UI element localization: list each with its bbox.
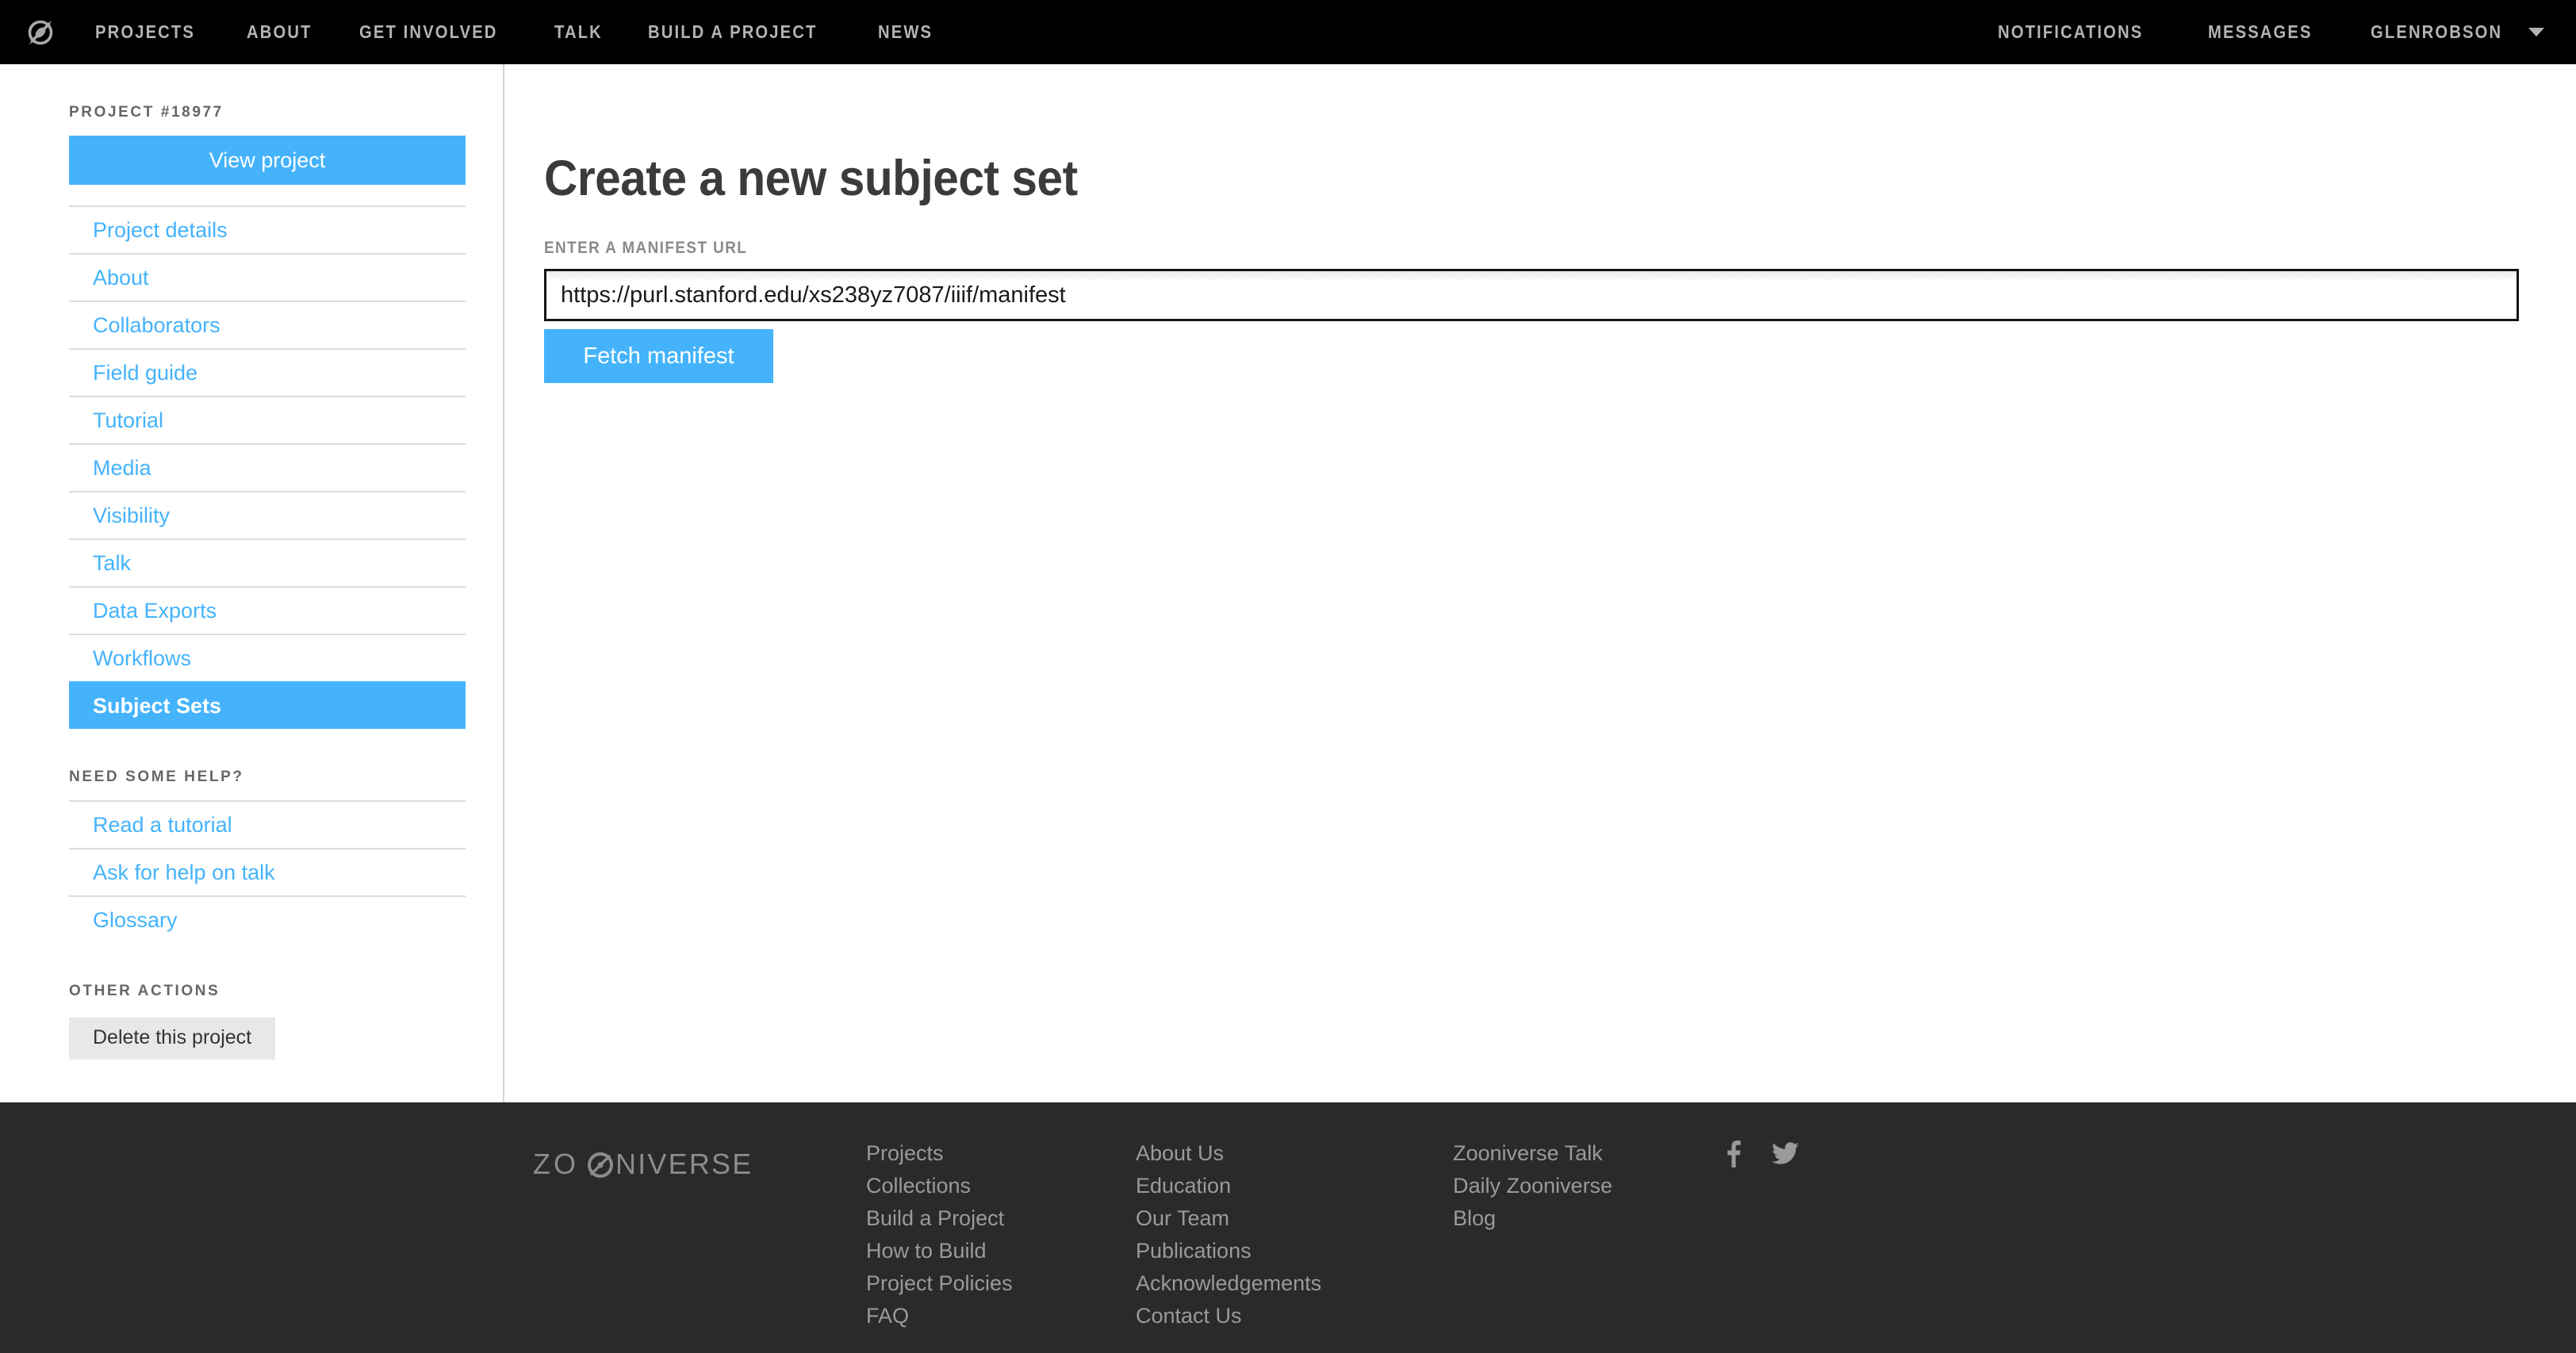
manifest-url-input[interactable]: [544, 269, 2519, 321]
footer-link-publications[interactable]: Publications: [1136, 1235, 1453, 1267]
help-nav-list: Read a tutorial Ask for help on talk Glo…: [69, 800, 466, 943]
user-menu[interactable]: GLENROBSON: [2371, 21, 2544, 43]
sidebar-item-subject-sets[interactable]: Subject Sets: [69, 681, 466, 729]
top-navigation-bar: PROJECTS ABOUT GET INVOLVED TALK BUILD A…: [0, 0, 2576, 64]
sidebar-item-label: Read a tutorial: [93, 812, 232, 837]
footer-link-education[interactable]: Education: [1136, 1170, 1453, 1202]
sidebar-item-talk[interactable]: Talk: [69, 539, 466, 586]
sidebar-item-label: Glossary: [93, 907, 178, 932]
site-footer: Z O NIVERSE Projects Collections Build a…: [0, 1102, 2576, 1353]
footer-link-projects[interactable]: Projects: [866, 1137, 1136, 1170]
sidebar-item-label: About: [93, 265, 149, 289]
sidebar-item-label: Media: [93, 455, 151, 480]
footer-link-faq[interactable]: FAQ: [866, 1300, 1136, 1332]
footer-column-community: Zooniverse Talk Daily Zooniverse Blog: [1453, 1137, 1723, 1353]
sidebar-item-ask-for-help-on-talk[interactable]: Ask for help on talk: [69, 848, 466, 895]
sidebar-item-label: Ask for help on talk: [93, 860, 275, 884]
twitter-icon[interactable]: [1772, 1140, 1799, 1353]
nav-link-build-a-project[interactable]: BUILD A PROJECT: [648, 21, 817, 43]
sidebar-item-tutorial[interactable]: Tutorial: [69, 396, 466, 443]
facebook-icon[interactable]: [1723, 1140, 1743, 1353]
sidebar-item-visibility[interactable]: Visibility: [69, 491, 466, 539]
sidebar-item-glossary[interactable]: Glossary: [69, 895, 466, 943]
footer-link-build-a-project[interactable]: Build a Project: [866, 1202, 1136, 1235]
svg-text:Z: Z: [533, 1150, 552, 1180]
chevron-down-icon: [2528, 28, 2544, 36]
manifest-url-label: ENTER A MANIFEST URL: [544, 239, 748, 257]
footer-link-daily-zooniverse[interactable]: Daily Zooniverse: [1453, 1170, 1723, 1202]
footer-link-project-policies[interactable]: Project Policies: [866, 1267, 1136, 1300]
nav-link-get-involved[interactable]: GET INVOLVED: [359, 21, 498, 43]
help-section-caption: NEED SOME HELP?: [69, 768, 244, 785]
zooniverse-wordmark-icon: Z O NIVERSE: [533, 1150, 753, 1180]
svg-text:NIVERSE: NIVERSE: [615, 1150, 753, 1180]
footer-link-acknowledgements[interactable]: Acknowledgements: [1136, 1267, 1453, 1300]
footer-link-our-team[interactable]: Our Team: [1136, 1202, 1453, 1235]
nav-link-news[interactable]: NEWS: [878, 21, 933, 43]
sidebar-item-label: Collaborators: [93, 312, 220, 337]
sidebar-item-label: Subject Sets: [93, 693, 222, 718]
top-nav-right-group: NOTIFICATIONS MESSAGES GLENROBSON: [1998, 21, 2544, 43]
nav-link-about[interactable]: ABOUT: [247, 21, 312, 43]
sidebar-item-project-details[interactable]: Project details: [69, 205, 466, 253]
footer-column-about: About Us Education Our Team Publications…: [1136, 1137, 1453, 1353]
sidebar-item-label: Project details: [93, 217, 228, 242]
sidebar-item-about[interactable]: About: [69, 253, 466, 301]
sidebar-item-label: Visibility: [93, 503, 171, 527]
sidebar-item-collaborators[interactable]: Collaborators: [69, 301, 466, 348]
sidebar-item-label: Talk: [93, 550, 132, 575]
delete-project-button[interactable]: Delete this project: [69, 1018, 276, 1060]
main-content: Create a new subject set ENTER A MANIFES…: [504, 64, 2576, 1102]
nav-link-messages[interactable]: MESSAGES: [2208, 21, 2313, 43]
page-body: PROJECT #18977 View project Project deta…: [0, 64, 2576, 1102]
nav-link-notifications[interactable]: NOTIFICATIONS: [1998, 21, 2143, 43]
footer-column-projects: Projects Collections Build a Project How…: [866, 1137, 1136, 1353]
user-menu-label: GLENROBSON: [2371, 21, 2503, 42]
sidebar-item-workflows[interactable]: Workflows: [69, 634, 466, 681]
footer-social-links: [1723, 1137, 1799, 1353]
sidebar-item-data-exports[interactable]: Data Exports: [69, 586, 466, 634]
view-project-button[interactable]: View project: [69, 136, 466, 185]
svg-text:O: O: [554, 1150, 577, 1180]
sidebar-item-label: Data Exports: [93, 598, 217, 623]
top-nav-left-group: PROJECTS ABOUT GET INVOLVED TALK BUILD A…: [24, 16, 979, 49]
sidebar-item-field-guide[interactable]: Field guide: [69, 348, 466, 396]
fetch-manifest-button[interactable]: Fetch manifest: [544, 329, 773, 383]
footer-link-about-us[interactable]: About Us: [1136, 1137, 1453, 1170]
nav-link-talk[interactable]: TALK: [554, 21, 603, 43]
footer-link-zooniverse-talk[interactable]: Zooniverse Talk: [1453, 1137, 1723, 1170]
project-number-caption: PROJECT #18977: [69, 104, 224, 121]
footer-link-collections[interactable]: Collections: [866, 1170, 1136, 1202]
footer-link-columns: Projects Collections Build a Project How…: [866, 1137, 2576, 1353]
zooniverse-logo-icon[interactable]: [24, 16, 57, 49]
other-actions-caption: OTHER ACTIONS: [69, 983, 220, 999]
sidebar-item-media[interactable]: Media: [69, 443, 466, 491]
sidebar-item-read-a-tutorial[interactable]: Read a tutorial: [69, 800, 466, 848]
footer-link-blog[interactable]: Blog: [1453, 1202, 1723, 1235]
sidebar-item-label: Tutorial: [93, 408, 164, 432]
footer-link-contact-us[interactable]: Contact Us: [1136, 1300, 1453, 1332]
project-sidebar: PROJECT #18977 View project Project deta…: [0, 64, 504, 1102]
footer-logo: Z O NIVERSE: [533, 1137, 818, 1353]
footer-link-how-to-build[interactable]: How to Build: [866, 1235, 1136, 1267]
project-nav-list: Project details About Collaborators Fiel…: [69, 205, 466, 729]
sidebar-item-label: Field guide: [93, 360, 198, 385]
page-title: Create a new subject set: [544, 151, 1078, 206]
sidebar-item-label: Workflows: [93, 646, 192, 670]
nav-link-projects[interactable]: PROJECTS: [95, 21, 195, 43]
